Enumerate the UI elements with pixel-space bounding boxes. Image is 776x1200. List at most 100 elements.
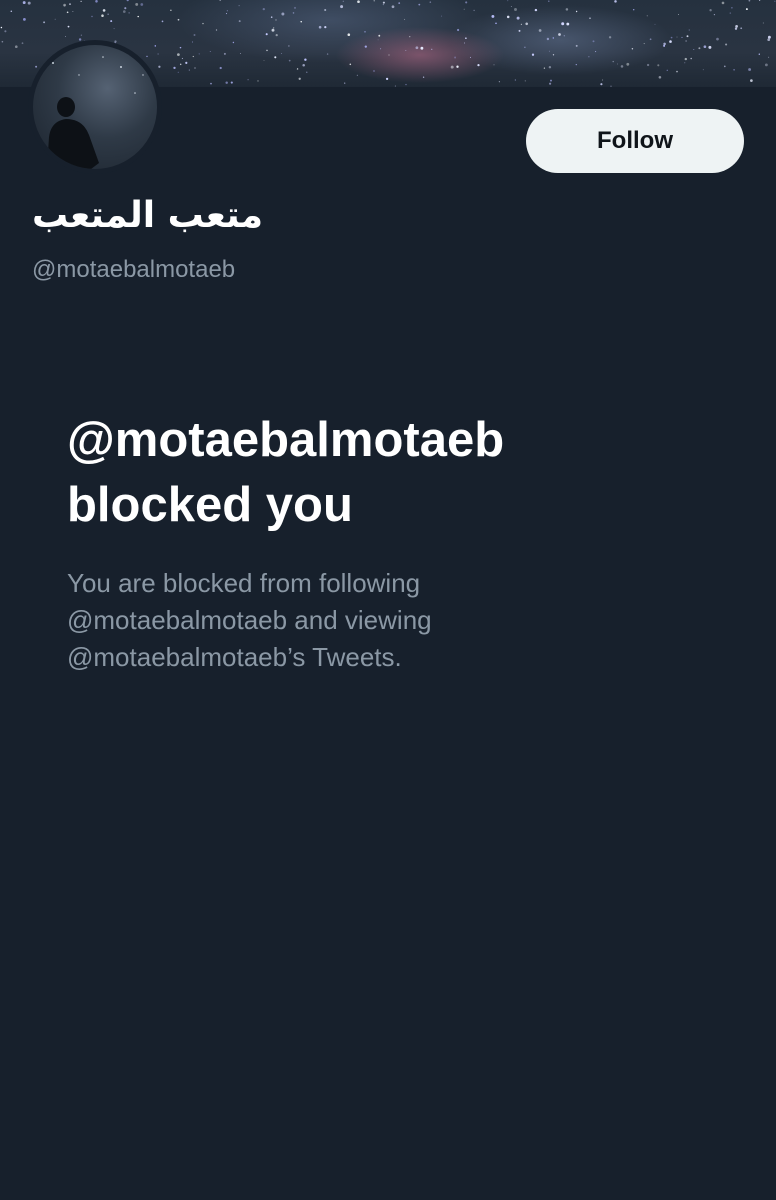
star [232,41,235,44]
star [373,70,375,72]
star [608,36,612,39]
star [477,63,480,67]
star [520,23,522,25]
star [1,40,4,43]
star [654,23,656,25]
star [177,71,179,73]
star [306,71,308,73]
star [723,65,726,68]
star [137,15,139,18]
star [273,27,275,29]
star [575,63,577,66]
star [110,20,113,23]
follow-button[interactable]: Follow [526,109,744,173]
star [288,45,290,47]
star [441,15,443,17]
star [192,55,194,58]
star [398,2,401,4]
star [405,49,407,52]
blocked-title-handle: @motaebalmotaeb [67,413,505,467]
star [558,33,561,36]
star [23,18,26,21]
star [66,11,69,14]
person-silhouette-icon [47,56,144,169]
star [324,25,327,29]
star [768,56,770,58]
star [239,53,241,54]
star [617,63,619,65]
star [657,64,660,67]
star [702,69,704,71]
star [193,34,196,36]
star [669,40,672,43]
star [454,56,457,59]
star [631,48,634,50]
star [373,0,375,2]
star [304,58,307,61]
star [275,33,278,37]
star [247,79,249,81]
star [225,81,228,84]
star [670,36,673,39]
star [588,56,590,58]
star [498,81,500,83]
profile-handle: @motaebalmotaeb [32,256,236,283]
star [364,30,366,33]
star [600,83,603,86]
avatar[interactable] [28,40,162,174]
star [550,79,552,82]
blocked-title-text: blocked you [67,478,353,532]
star [493,64,495,66]
star [589,17,591,19]
star [27,1,31,5]
star [549,82,552,85]
star [14,45,18,49]
star [620,65,624,68]
star [223,52,226,55]
star [626,62,630,66]
star [649,38,652,41]
star [185,61,188,64]
star [238,20,241,23]
star [548,65,552,69]
star [693,49,695,50]
star [690,57,692,60]
star [347,33,351,36]
star [566,22,570,26]
star [219,0,222,1]
star [420,46,424,50]
star [274,56,277,59]
star [612,60,614,63]
star [762,22,764,24]
star [422,76,425,78]
star [161,20,164,23]
star [575,10,578,13]
star [22,1,26,5]
blocked-description-line: @motaebalmotaeb and viewing [67,605,432,635]
star [491,14,495,18]
star [592,40,595,43]
star [514,79,516,81]
blocked-description: You are blocked from following @motaebal… [67,565,707,676]
star [294,6,296,9]
star [262,7,265,11]
star [534,8,538,12]
star [510,6,512,7]
star [456,65,459,68]
star [263,60,265,62]
star [210,82,212,85]
star [113,28,115,30]
star [632,8,635,11]
star [703,45,707,49]
star [124,7,127,10]
star [546,37,550,41]
star [565,8,569,11]
star [364,45,367,48]
star [548,0,550,2]
star [296,68,299,70]
star [177,18,180,21]
star [225,13,228,15]
star [548,50,550,52]
star [450,65,454,69]
star [80,0,82,2]
